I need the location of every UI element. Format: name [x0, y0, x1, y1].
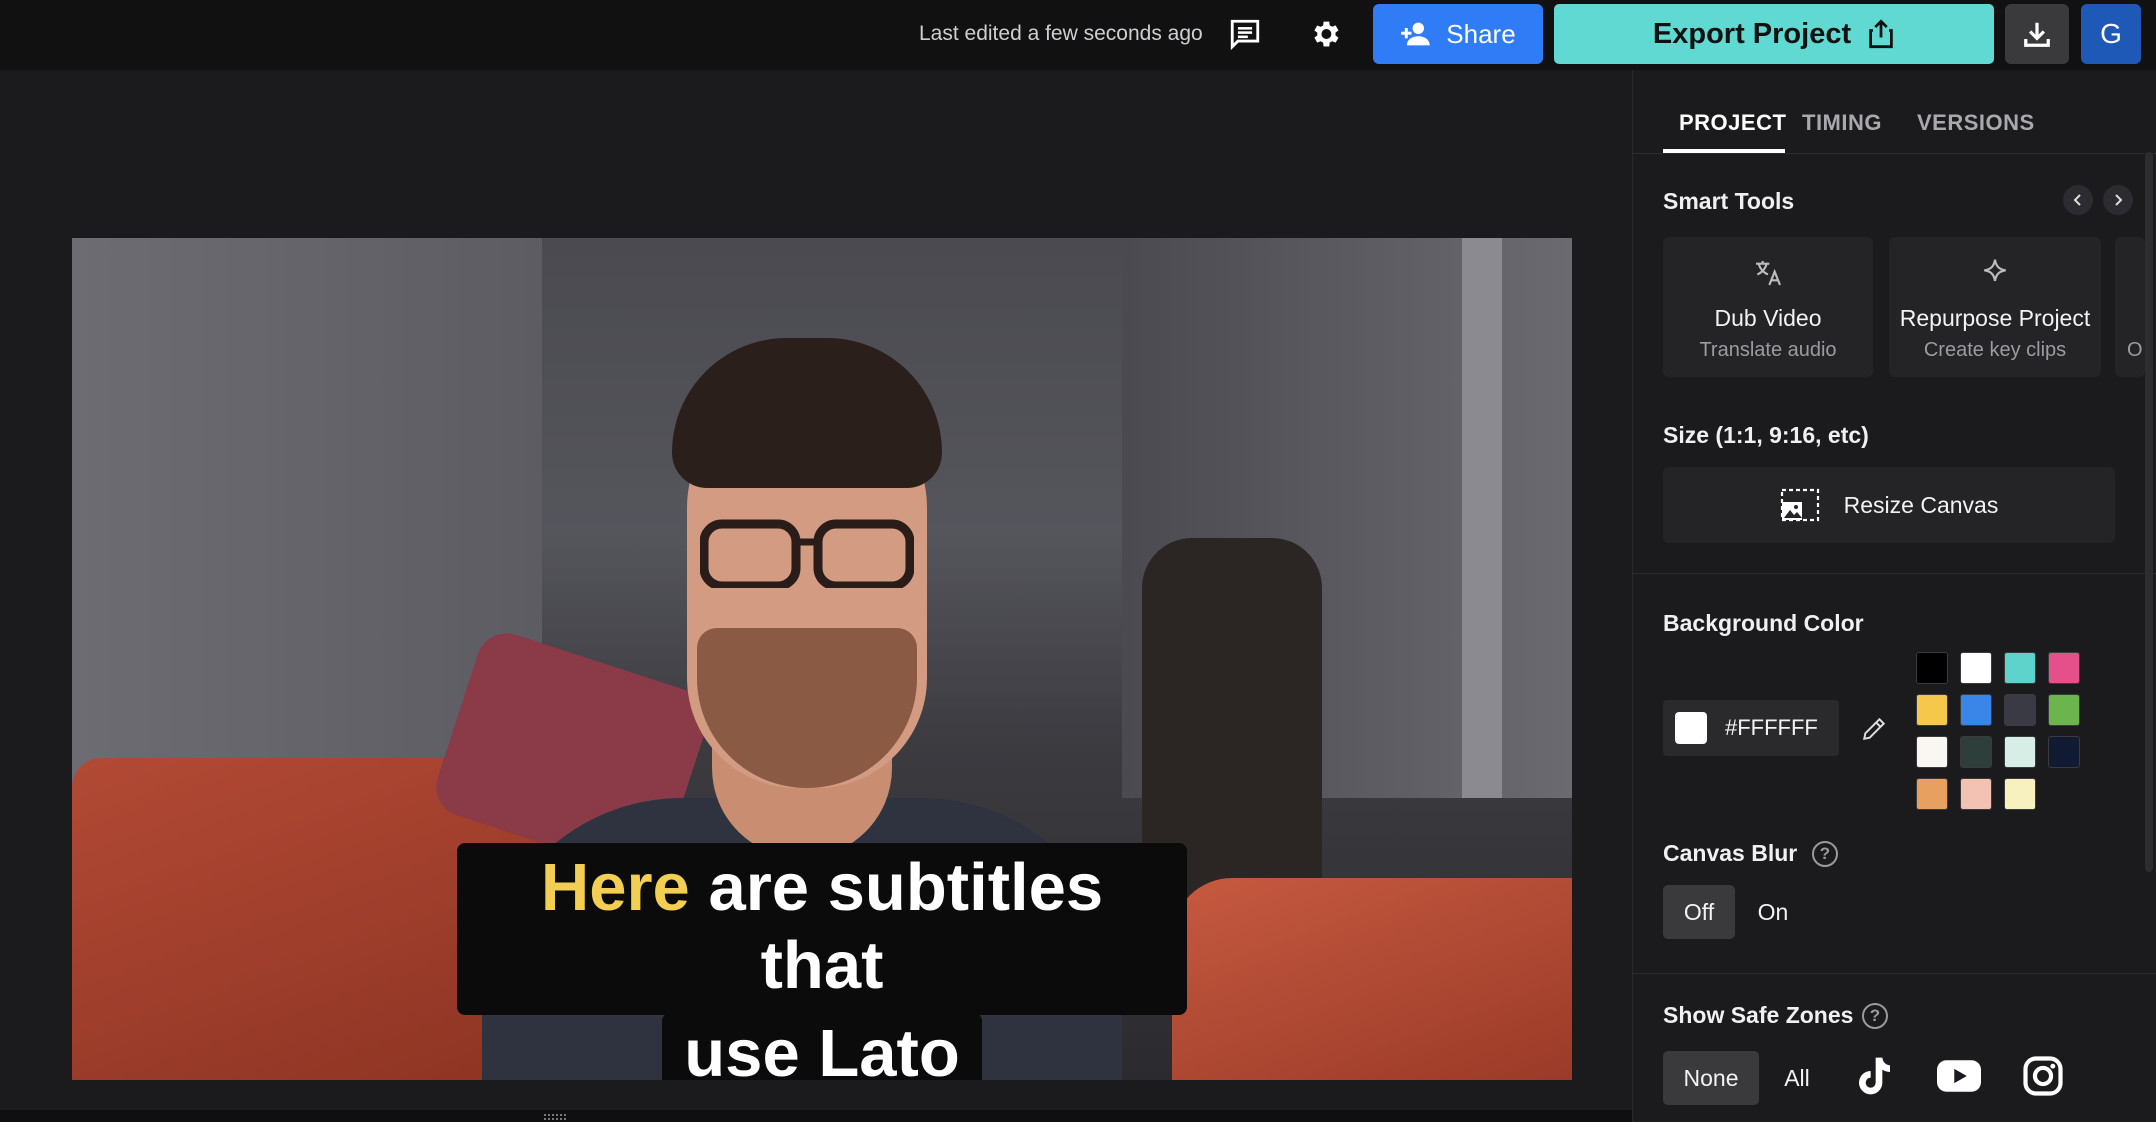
background-color-title: Background Color — [1663, 610, 1864, 636]
chevron-right-icon — [2115, 194, 2123, 206]
background-color-preview — [1675, 712, 1707, 744]
repurpose-project-card[interactable]: Repurpose Project Create key clips — [1889, 237, 2101, 377]
canvas-blur-help-icon[interactable]: ? — [1812, 841, 1838, 867]
sparkle-icon — [1984, 259, 2006, 282]
dub-video-card[interactable]: Dub Video Translate audio — [1663, 237, 1873, 377]
repurpose-project-subtitle: Create key clips — [1923, 339, 2067, 361]
section-divider — [1633, 573, 2156, 574]
timeline-strip — [0, 1110, 1632, 1122]
export-project-button[interactable]: Export Project — [1554, 4, 1994, 64]
last-edited-status: Last edited a few seconds ago — [919, 22, 1203, 45]
color-swatch[interactable] — [1960, 778, 1992, 810]
timeline-resize-handle[interactable] — [544, 1114, 566, 1120]
upload-icon — [1869, 19, 1893, 49]
tab-versions[interactable]: VERSIONS — [1917, 110, 2035, 136]
tab-project[interactable]: PROJECT — [1679, 110, 1786, 136]
top-bar: Last edited a few seconds ago Share Expo… — [0, 0, 2156, 70]
gear-icon — [1314, 21, 1339, 47]
background-hex-input[interactable]: #FFFFFF — [1663, 700, 1839, 756]
video-preview[interactable]: Here are subtitles that use Lato — [72, 238, 1572, 1080]
tab-timing[interactable]: TIMING — [1802, 110, 1882, 136]
tiktok-icon — [1859, 1057, 1890, 1095]
avatar-initial: G — [2100, 18, 2122, 49]
repurpose-project-title: Repurpose Project — [1899, 305, 2091, 331]
canvas-blur-toggle: Off On — [1663, 885, 1811, 939]
video-scene-doorframe — [1462, 238, 1502, 798]
instagram-safe-zone-button[interactable] — [2019, 1052, 2067, 1100]
export-label: Export Project — [1652, 17, 1852, 50]
download-button[interactable] — [2005, 4, 2069, 64]
color-swatch[interactable] — [2004, 652, 2036, 684]
size-section-title: Size (1:1, 9:16, etc) — [1663, 422, 1869, 448]
section-divider — [1633, 973, 2156, 974]
canvas-stage: Here are subtitles that use Lato — [0, 70, 1632, 1110]
video-scene-couch-right — [1172, 878, 1572, 1080]
partial-card-subtitle: O — [2127, 339, 2143, 361]
resize-canvas-button[interactable]: Resize Canvas — [1663, 467, 2115, 543]
canvas-blur-on[interactable]: On — [1735, 885, 1811, 939]
color-swatch[interactable] — [2048, 652, 2080, 684]
color-swatch[interactable] — [2004, 694, 2036, 726]
youtube-icon — [1937, 1060, 1981, 1092]
dub-video-title: Dub Video — [1714, 305, 1822, 331]
smart-tools-prev-button[interactable] — [2063, 185, 2093, 215]
chevron-left-icon — [2073, 194, 2081, 206]
share-label: Share — [1446, 18, 1516, 49]
background-hex-value: #FFFFFF — [1725, 715, 1818, 740]
safe-zones-help-icon[interactable]: ? — [1862, 1003, 1888, 1029]
resize-canvas-icon — [1780, 488, 1819, 522]
smart-tools-next-button[interactable] — [2103, 185, 2133, 215]
project-settings-panel: PROJECT TIMING VERSIONS Smart Tools Dub … — [1632, 70, 2156, 1122]
instagram-icon — [2023, 1056, 2063, 1096]
color-swatch[interactable] — [1960, 736, 1992, 768]
user-avatar[interactable]: G — [2081, 4, 2141, 64]
color-swatch[interactable] — [1960, 694, 1992, 726]
color-swatch[interactable] — [1916, 736, 1948, 768]
video-person-hair — [672, 338, 942, 488]
resize-canvas-label: Resize Canvas — [1843, 491, 1999, 518]
active-tab-indicator — [1663, 149, 1785, 153]
color-swatch[interactable] — [2048, 694, 2080, 726]
comments-icon — [1230, 19, 1260, 51]
download-icon — [2024, 22, 2050, 47]
youtube-safe-zone-button[interactable] — [1935, 1052, 1983, 1100]
subtitle-highlight-word: Here — [540, 850, 690, 925]
safe-zones-all[interactable]: All — [1759, 1051, 1835, 1105]
comments-button[interactable] — [1222, 12, 1268, 56]
tiktok-safe-zone-button[interactable] — [1850, 1052, 1898, 1100]
video-person-glasses — [700, 519, 914, 588]
color-swatch[interactable] — [1916, 652, 1948, 684]
safe-zones-none[interactable]: None — [1663, 1051, 1759, 1105]
panel-scrollbar[interactable] — [2145, 152, 2153, 872]
color-swatch[interactable] — [2004, 778, 2036, 810]
subtitle-line-1: Here are subtitles that — [457, 843, 1187, 1015]
safe-zones-toggle: None All — [1663, 1051, 1835, 1105]
dub-video-subtitle: Translate audio — [1699, 339, 1837, 361]
subtitle-overlay[interactable]: Here are subtitles that use Lato — [457, 843, 1187, 1080]
canvas-blur-title: Canvas Blur — [1663, 840, 1798, 866]
color-swatch[interactable] — [2004, 736, 2036, 768]
color-swatch[interactable] — [1916, 778, 1948, 810]
subtitle-line-1-text: are subtitles that — [708, 850, 1104, 1003]
color-swatch[interactable] — [1960, 652, 1992, 684]
color-swatch[interactable] — [2048, 736, 2080, 768]
add-person-icon — [1401, 22, 1431, 46]
smart-tool-card-partial[interactable]: O — [2115, 237, 2145, 377]
panel-tabs: PROJECT TIMING VERSIONS — [1633, 70, 2156, 154]
subtitle-line-2: use Lato — [662, 1013, 982, 1080]
eyedropper-icon[interactable] — [1861, 716, 1887, 742]
share-button[interactable]: Share — [1373, 4, 1543, 64]
translate-icon — [1756, 261, 1781, 286]
safe-zones-title: Show Safe Zones — [1663, 1002, 1854, 1028]
smart-tools-title: Smart Tools — [1663, 188, 1795, 214]
settings-button[interactable] — [1302, 12, 1348, 56]
canvas-blur-off[interactable]: Off — [1663, 885, 1735, 939]
color-swatch[interactable] — [1916, 694, 1948, 726]
